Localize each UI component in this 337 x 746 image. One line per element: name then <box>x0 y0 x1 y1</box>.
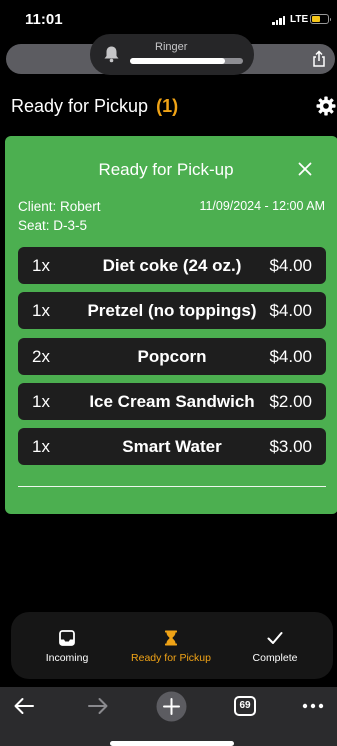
tab-label: Incoming <box>45 652 89 664</box>
card-divider <box>18 486 326 487</box>
new-tab-plus-icon[interactable] <box>156 691 187 722</box>
item-price: $2.00 <box>269 391 312 411</box>
close-icon[interactable] <box>298 162 312 176</box>
back-arrow-icon[interactable] <box>13 696 35 716</box>
tab-ready-for-pickup[interactable]: Ready for Pickup <box>121 612 221 679</box>
order-item: 1x Ice Cream Sandwich $2.00 <box>18 383 326 420</box>
item-price: $4.00 <box>269 300 312 320</box>
page-title: Ready for Pickup (1) <box>11 96 178 117</box>
page-title-text: Ready for Pickup <box>11 96 149 116</box>
card-title: Ready for Pick-up <box>98 160 234 179</box>
tab-label: Ready for Pickup <box>131 652 211 664</box>
order-card: Ready for Pick-up Client: Robert Seat: D… <box>5 136 337 514</box>
order-item: 1x Smart Water $3.00 <box>18 428 326 465</box>
item-price: $4.00 <box>269 346 312 366</box>
order-item: 1x Pretzel (no toppings) $4.00 <box>18 292 326 329</box>
checkmark-icon <box>267 632 283 644</box>
hourglass-icon <box>165 630 177 646</box>
inbox-icon <box>59 630 75 646</box>
ringer-label: Ringer <box>155 41 188 53</box>
tab-complete[interactable]: Complete <box>233 612 317 679</box>
item-price: $4.00 <box>269 255 312 275</box>
tab-incoming[interactable]: Incoming <box>23 612 111 679</box>
status-time: 11:01 <box>25 11 63 28</box>
more-dots-icon[interactable] <box>302 703 324 709</box>
gear-icon[interactable] <box>316 96 336 116</box>
share-icon[interactable] <box>310 50 328 68</box>
client-name: Client: Robert <box>18 199 101 214</box>
tab-label: Complete <box>252 652 298 664</box>
signal-icon <box>272 16 285 25</box>
tab-bar: Incoming Ready for Pickup Complete <box>11 612 333 679</box>
item-price: $3.00 <box>269 436 312 456</box>
bell-icon <box>104 46 119 63</box>
pickup-count: (1) <box>156 96 179 116</box>
order-item: 2x Popcorn $4.00 <box>18 338 326 375</box>
tab-count-button[interactable]: 69 <box>234 696 256 716</box>
battery-icon <box>310 14 331 24</box>
network-label: LTE <box>290 14 309 25</box>
ringer-hud: Ringer <box>90 34 254 75</box>
browser-toolbar: 69 <box>0 687 337 746</box>
battery-fill <box>312 16 321 22</box>
order-item: 1x Diet coke (24 oz.) $4.00 <box>18 247 326 284</box>
home-indicator <box>110 741 234 746</box>
ringer-volume-fill <box>130 58 225 64</box>
seat-number: Seat: D-3-5 <box>18 218 88 233</box>
order-datetime: 11/09/2024 - 12:00 AM <box>199 199 325 213</box>
ringer-volume-slider <box>130 58 243 64</box>
forward-arrow-icon[interactable] <box>87 696 109 716</box>
